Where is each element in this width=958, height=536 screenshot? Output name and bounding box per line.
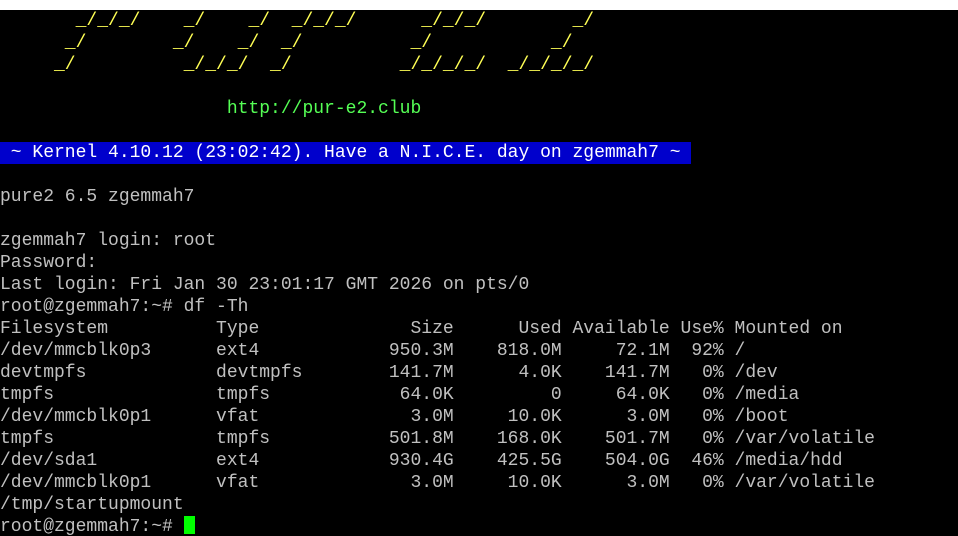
df-header: Filesystem Type Size Used Available Use%…: [0, 319, 843, 339]
prompt-line[interactable]: root@zgemmah7:~#: [0, 516, 195, 536]
login-line: zgemmah7 login: root: [0, 231, 217, 251]
df-row: /dev/mmcblk0p3 ext4 950.3M 818.0M 72.1M …: [0, 341, 746, 361]
df-row: /dev/sda1 ext4 930.4G 425.5G 504.0G 46% …: [0, 451, 843, 471]
df-row: /tmp/startupmount: [0, 495, 184, 515]
password-line: Password:: [0, 253, 98, 273]
version-line: pure2 6.5 zgemmah7: [0, 187, 195, 207]
df-row: /dev/mmcblk0p1 vfat 3.0M 10.0K 3.0M 0% /…: [0, 407, 789, 427]
prompt-text: root@zgemmah7:~#: [0, 517, 184, 536]
df-row: /dev/mmcblk0p1 vfat 3.0M 10.0K 3.0M 0% /…: [0, 473, 875, 493]
logo-line-1: _/_/_/ _/ _/ _/_/_/ _/_/_/ _/: [0, 11, 595, 31]
logo-line-3: _/ _/_/_/ _/ _/_/_/_/ _/_/_/_/: [0, 55, 595, 75]
df-row: tmpfs tmpfs 501.8M 168.0K 501.7M 0% /var…: [0, 429, 875, 449]
logo-line-2: _/ _/ _/ _/ _/ _/: [0, 33, 573, 53]
command-line: root@zgemmah7:~# df -Th: [0, 297, 249, 317]
df-row: devtmpfs devtmpfs 141.7M 4.0K 141.7M 0% …: [0, 363, 778, 383]
cursor-block: [183, 516, 195, 534]
terminal-window[interactable]: _/_/_/ _/ _/ _/_/_/ _/_/_/ _/ _/ _/ _/ _…: [0, 10, 958, 536]
url-line: http://pur-e2.club: [0, 99, 422, 119]
last-login-line: Last login: Fri Jan 30 23:01:17 GMT 2026…: [0, 275, 530, 295]
kernel-banner: ~ Kernel 4.10.12 (23:02:42). Have a N.I.…: [0, 142, 692, 164]
df-row: tmpfs tmpfs 64.0K 0 64.0K 0% /media: [0, 385, 800, 405]
